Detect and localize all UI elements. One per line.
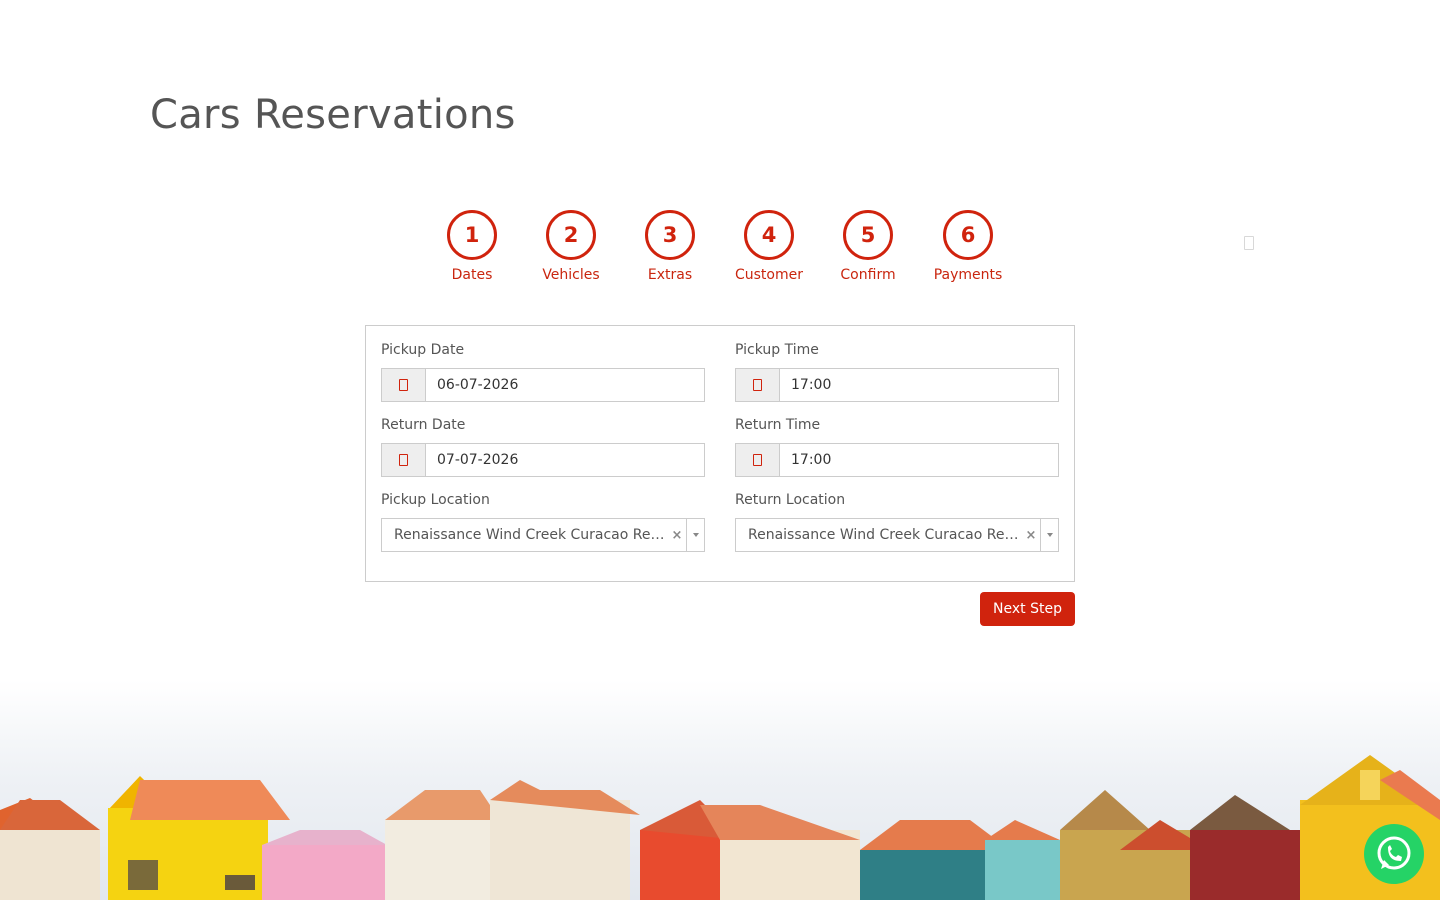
- step-dates[interactable]: 1 Dates: [422, 210, 522, 283]
- step-label: Vehicles: [542, 267, 600, 283]
- page-title: Cars Reservations: [150, 92, 516, 138]
- step-payments[interactable]: 6 Payments: [918, 210, 1018, 283]
- pickup-time-value[interactable]: 17:00: [780, 369, 1058, 401]
- calendar-icon-addon[interactable]: [382, 444, 426, 476]
- pickup-time-input[interactable]: 17:00: [735, 368, 1059, 402]
- pickup-date-value[interactable]: 06-07-2026: [426, 369, 704, 401]
- next-step-button[interactable]: Next Step: [980, 592, 1075, 626]
- return-location-value[interactable]: Renaissance Wind Creek Curacao Resort: [736, 527, 1022, 543]
- pickup-location-value[interactable]: Renaissance Wind Creek Curacao Resort: [382, 527, 668, 543]
- return-time-field: Return Time 17:00: [735, 416, 1059, 477]
- placeholder-icon: [1244, 236, 1254, 250]
- step-vehicles[interactable]: 2 Vehicles: [521, 210, 621, 283]
- step-label: Extras: [647, 267, 693, 283]
- pickup-date-field: Pickup Date 06-07-2026: [381, 341, 705, 402]
- step-number: 6: [943, 210, 993, 260]
- clock-icon: [753, 454, 762, 466]
- pickup-date-label: Pickup Date: [381, 342, 465, 358]
- return-time-input[interactable]: 17:00: [735, 443, 1059, 477]
- step-indicator: 1 Dates 2 Vehicles 3 Extras 4 Customer 5…: [422, 210, 1022, 290]
- whatsapp-icon: [1377, 836, 1411, 870]
- return-date-value[interactable]: 07-07-2026: [426, 444, 704, 476]
- colorful-houses-banner: [0, 680, 1440, 900]
- pickup-time-field: Pickup Time 17:00: [735, 341, 1059, 402]
- clear-icon[interactable]: ×: [1022, 528, 1040, 543]
- chevron-down-icon[interactable]: [686, 519, 704, 551]
- return-time-label: Return Time: [735, 417, 821, 433]
- return-time-value[interactable]: 17:00: [780, 444, 1058, 476]
- whatsapp-button[interactable]: [1364, 824, 1424, 884]
- clock-icon: [753, 379, 762, 391]
- chevron-down-icon[interactable]: [1040, 519, 1058, 551]
- step-number: 2: [546, 210, 596, 260]
- return-date-label: Return Date: [381, 417, 466, 433]
- return-location-label: Return Location: [735, 492, 846, 508]
- clock-icon-addon[interactable]: [736, 444, 780, 476]
- step-label: Customer: [734, 267, 803, 283]
- calendar-icon: [399, 379, 408, 391]
- step-confirm[interactable]: 5 Confirm: [818, 210, 918, 283]
- step-label: Dates: [451, 267, 493, 283]
- step-number: 5: [843, 210, 893, 260]
- return-location-field: Return Location Renaissance Wind Creek C…: [735, 491, 1059, 552]
- calendar-icon: [399, 454, 408, 466]
- return-date-field: Return Date 07-07-2026: [381, 416, 705, 477]
- calendar-icon-addon[interactable]: [382, 369, 426, 401]
- pickup-location-select[interactable]: Renaissance Wind Creek Curacao Resort ×: [381, 518, 705, 552]
- pickup-location-label: Pickup Location: [381, 492, 490, 508]
- pickup-time-label: Pickup Time: [735, 342, 819, 358]
- clear-icon[interactable]: ×: [668, 528, 686, 543]
- step-customer[interactable]: 4 Customer: [719, 210, 819, 283]
- reservation-form: Pickup Date 06-07-2026 Pickup Time 17:00…: [365, 325, 1075, 582]
- step-label: Confirm: [840, 267, 896, 283]
- return-date-input[interactable]: 07-07-2026: [381, 443, 705, 477]
- step-number: 1: [447, 210, 497, 260]
- return-location-select[interactable]: Renaissance Wind Creek Curacao Resort ×: [735, 518, 1059, 552]
- step-extras[interactable]: 3 Extras: [620, 210, 720, 283]
- step-number: 3: [645, 210, 695, 260]
- pickup-location-field: Pickup Location Renaissance Wind Creek C…: [381, 491, 705, 552]
- pickup-date-input[interactable]: 06-07-2026: [381, 368, 705, 402]
- clock-icon-addon[interactable]: [736, 369, 780, 401]
- step-label: Payments: [933, 267, 1003, 283]
- step-number: 4: [744, 210, 794, 260]
